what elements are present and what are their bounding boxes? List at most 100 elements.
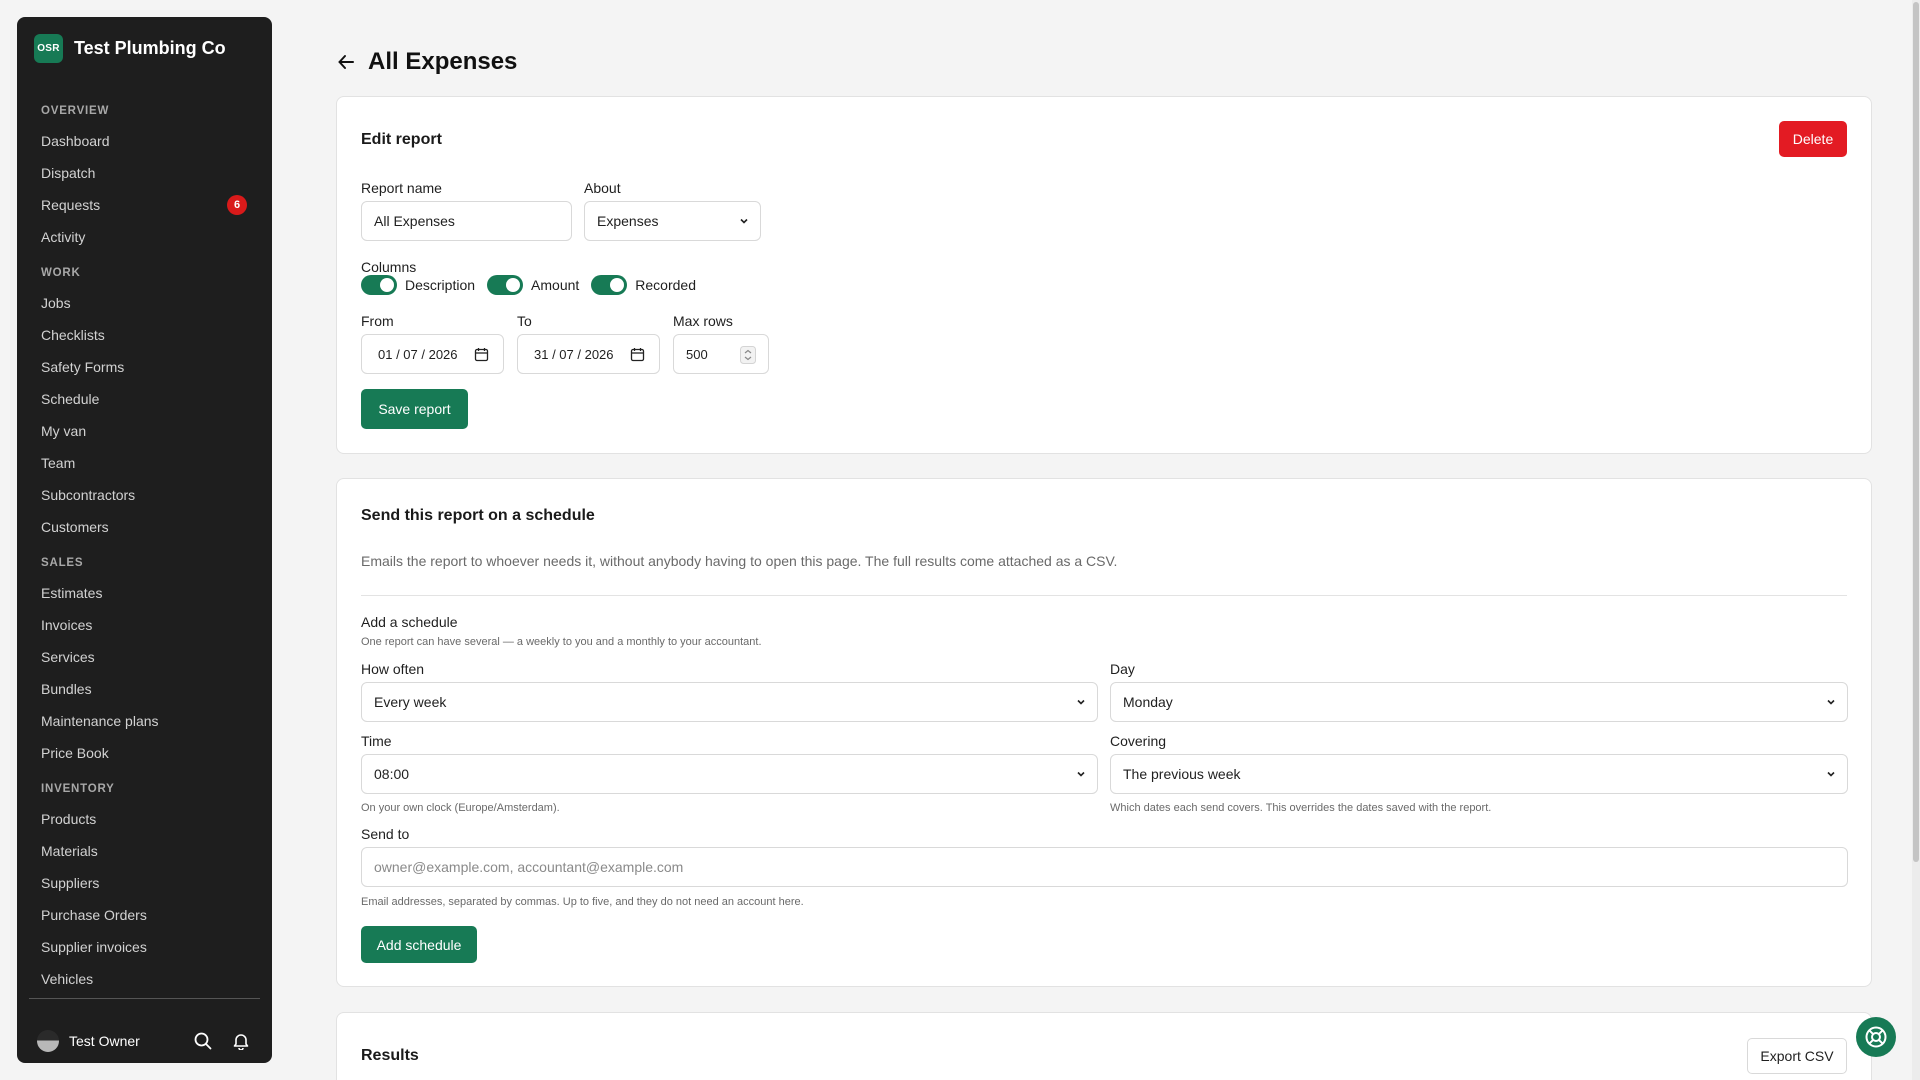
sidebar-item-jobs[interactable]: Jobs [17, 287, 272, 319]
add-schedule-button[interactable]: Add schedule [361, 926, 477, 963]
sidebar-item-services[interactable]: Services [17, 641, 272, 673]
to-date-input[interactable]: 31 / 07 / 2026 [517, 334, 660, 374]
sidebar-item-customers[interactable]: Customers [17, 511, 272, 543]
sidebar: OSR Test Plumbing Co OVERVIEW Dashboard Di… [17, 17, 272, 1063]
sidebar-item-label: Activity [41, 229, 86, 245]
sidebar-item-maintenance-plans[interactable]: Maintenance plans [17, 705, 272, 737]
how-often-select[interactable]: Every week [361, 682, 1098, 722]
save-report-button[interactable]: Save report [361, 389, 468, 429]
stepper-icon[interactable] [740, 346, 756, 364]
sidebar-item-label: Dispatch [41, 165, 96, 181]
chevron-down-icon [1077, 771, 1085, 777]
arrow-left-icon[interactable] [336, 52, 356, 72]
chevron-down-icon [1827, 771, 1835, 777]
sidebar-item-label: Supplier invoices [41, 939, 147, 955]
nav-section-title: WORK [41, 267, 81, 279]
search-icon[interactable] [192, 1030, 214, 1052]
chevron-down-icon [740, 218, 748, 224]
covering-select[interactable]: The previous week [1110, 754, 1848, 794]
max-rows-label: Max rows [673, 313, 733, 329]
from-date-input[interactable]: 01 / 07 / 2026 [361, 334, 504, 374]
sidebar-nav: OVERVIEW Dashboard Dispatch Requests 6 Activi… [17, 91, 272, 995]
toggle-recorded[interactable] [591, 275, 628, 295]
sidebar-item-label: Estimates [41, 585, 103, 601]
covering-help: Which dates each send covers. This overr… [1110, 802, 1492, 814]
results-title: Results [361, 1047, 419, 1064]
about-select[interactable]: Expenses [584, 201, 761, 241]
report-name-label: Report name [361, 180, 442, 196]
sidebar-item-label: Price Book [41, 745, 109, 761]
sidebar-item-label: Team [41, 455, 76, 471]
sidebar-item-bundles[interactable]: Bundles [17, 673, 272, 705]
sidebar-item-price-book[interactable]: Price Book [17, 737, 272, 769]
time-select[interactable]: 08:00 [361, 754, 1098, 794]
report-name-value: All Expenses [374, 213, 455, 229]
report-name-input[interactable]: All Expenses [361, 201, 572, 241]
nav-section-title: OVERVIEW [41, 105, 110, 117]
sidebar-item-suppliers[interactable]: Suppliers [17, 867, 272, 899]
covering-value: The previous week [1123, 766, 1241, 782]
schedule-divider [361, 595, 1847, 596]
sidebar-item-label: Schedule [41, 391, 100, 407]
sidebar-item-vehicles[interactable]: Vehicles [17, 963, 272, 995]
brand[interactable]: OSR Test Plumbing Co [34, 34, 226, 63]
toggle-recorded-label: Recorded [635, 277, 696, 293]
sidebar-item-subcontractors[interactable]: Subcontractors [17, 479, 272, 511]
sidebar-item-label: Checklists [41, 327, 105, 343]
sidebar-footer: Test Owner [37, 1030, 252, 1052]
sidebar-item-team[interactable]: Team [17, 447, 272, 479]
sidebar-item-label: Invoices [41, 617, 93, 633]
calendar-icon[interactable] [630, 347, 645, 362]
sidebar-item-supplier-invoices[interactable]: Supplier invoices [17, 931, 272, 963]
toggle-description[interactable] [361, 275, 397, 295]
day-select[interactable]: Monday [1110, 682, 1848, 722]
help-button[interactable] [1856, 1017, 1896, 1057]
brand-logo: OSR [34, 34, 63, 63]
sidebar-item-label: Dashboard [41, 133, 110, 149]
how-often-value: Every week [374, 694, 447, 710]
sidebar-item-requests[interactable]: Requests 6 [17, 189, 272, 221]
sidebar-item-estimates[interactable]: Estimates [17, 577, 272, 609]
page-header: All Expenses [336, 48, 517, 76]
results-card: Results Export CSV [336, 1012, 1872, 1080]
sidebar-item-schedule[interactable]: Schedule [17, 383, 272, 415]
sidebar-item-dashboard[interactable]: Dashboard [17, 125, 272, 157]
scrollbar-thumb[interactable] [1913, 2, 1919, 862]
add-schedule-help: One report can have several — a weekly t… [361, 636, 762, 648]
sidebar-item-materials[interactable]: Materials [17, 835, 272, 867]
export-csv-button[interactable]: Export CSV [1747, 1038, 1847, 1074]
avatar[interactable] [37, 1030, 59, 1052]
sidebar-item-label: Customers [41, 519, 109, 535]
time-value: 08:00 [374, 766, 410, 782]
add-schedule-title: Add a schedule [361, 614, 458, 630]
delete-button[interactable]: Delete [1779, 121, 1847, 157]
sidebar-item-invoices[interactable]: Invoices [17, 609, 272, 641]
send-to-placeholder: owner@example.com, accountant@example.co… [374, 859, 684, 875]
sidebar-item-purchase-orders[interactable]: Purchase Orders [17, 899, 272, 931]
nav-section-title: SALES [41, 557, 84, 569]
sidebar-item-my-van[interactable]: My van [17, 415, 272, 447]
sidebar-item-checklists[interactable]: Checklists [17, 319, 272, 351]
toggle-amount[interactable] [487, 275, 524, 295]
schedule-title: Send this report on a schedule [361, 507, 595, 524]
edit-report-card: Edit report Delete Report name All Expen… [336, 96, 1872, 454]
from-date-value: 01 / 07 / 2026 [378, 346, 458, 362]
sidebar-item-products[interactable]: Products [17, 803, 272, 835]
send-to-input[interactable]: owner@example.com, accountant@example.co… [361, 847, 1848, 887]
columns-toggles: Description Amount Recorded [361, 275, 708, 295]
sidebar-item-activity[interactable]: Activity [17, 221, 272, 253]
about-value: Expenses [597, 213, 659, 229]
scrollbar[interactable] [1912, 0, 1920, 1080]
user-name[interactable]: Test Owner [69, 1033, 176, 1049]
max-rows-input[interactable]: 500 [673, 334, 769, 374]
day-value: Monday [1123, 694, 1173, 710]
sidebar-item-dispatch[interactable]: Dispatch [17, 157, 272, 189]
calendar-icon[interactable] [474, 347, 489, 362]
brand-name: Test Plumbing Co [74, 38, 226, 58]
bell-icon[interactable] [230, 1030, 252, 1052]
to-label: To [517, 313, 532, 329]
sidebar-item-label: Purchase Orders [41, 907, 147, 923]
sidebar-item-label: Services [41, 649, 95, 665]
sidebar-item-safety-forms[interactable]: Safety Forms [17, 351, 272, 383]
sidebar-item-label: My van [41, 423, 87, 439]
